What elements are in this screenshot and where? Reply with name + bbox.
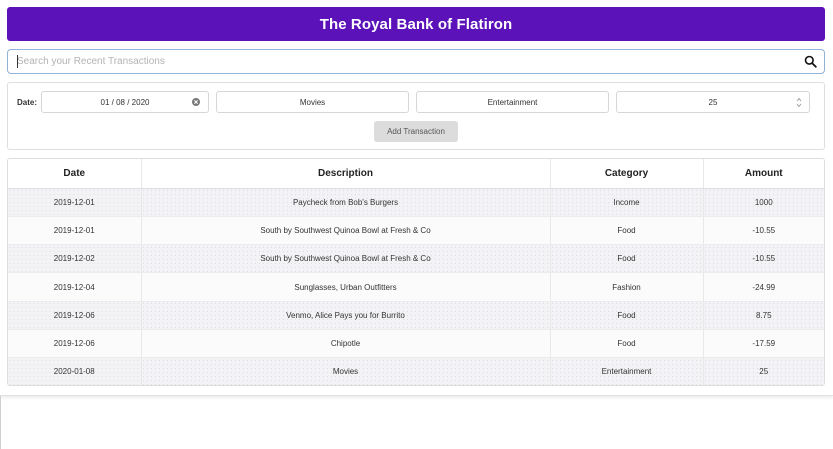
- add-transaction-form: Date: 01 / 08 / 2020 Movies Entertainmen…: [7, 82, 825, 150]
- date-value: 01 / 08 / 2020: [100, 97, 150, 107]
- description-field[interactable]: Movies: [216, 91, 409, 113]
- cell-date: 2019-12-01: [8, 216, 142, 246]
- cell-category: Fashion: [550, 272, 704, 302]
- cell-date: 2019-12-06: [8, 329, 142, 359]
- column-header-description[interactable]: Description: [141, 159, 551, 189]
- amount-field[interactable]: 25: [616, 91, 810, 113]
- cell-date: 2019-12-06: [8, 301, 142, 330]
- cell-description: Paycheck from Bob's Burgers: [141, 188, 551, 217]
- search-input[interactable]: [8, 50, 798, 73]
- search-icon[interactable]: [804, 55, 817, 68]
- app-page: The Royal Bank of Flatiron Date: 01 / 08…: [0, 0, 833, 449]
- table-row: 2020-01-08 Movies Entertainment 25: [8, 357, 824, 385]
- cell-category: Entertainment: [550, 357, 704, 385]
- cell-amount: -17.59: [703, 329, 824, 359]
- amount-value: 25: [708, 97, 718, 107]
- clear-icon[interactable]: [192, 98, 200, 106]
- cell-description: Sunglasses, Urban Outfitters: [141, 272, 551, 302]
- cell-description: South by Southwest Quinoa Bowl at Fresh …: [141, 244, 551, 274]
- category-field[interactable]: Entertainment: [416, 91, 609, 113]
- table-header-row: Date Description Category Amount: [8, 159, 824, 189]
- date-label: Date:: [17, 98, 38, 107]
- column-header-date[interactable]: Date: [8, 159, 142, 189]
- cell-date: 2019-12-01: [8, 188, 142, 217]
- search-bar: [7, 49, 825, 74]
- cell-amount: -10.55: [703, 244, 824, 274]
- spinner-icon[interactable]: [796, 97, 802, 108]
- cell-category: Food: [550, 329, 704, 359]
- frame-divider: [0, 396, 3, 449]
- table-row: 2019-12-06 Venmo, Alice Pays you for Bur…: [8, 301, 824, 330]
- category-value: Entertainment: [487, 97, 538, 107]
- column-header-category[interactable]: Category: [550, 159, 704, 189]
- table-row: 2019-12-02 South by Southwest Quinoa Bow…: [8, 244, 824, 274]
- cell-amount: -24.99: [703, 272, 824, 302]
- cell-description: Movies: [141, 357, 551, 385]
- cell-category: Food: [550, 244, 704, 274]
- transactions-table: Date Description Category Amount 2019-12…: [8, 159, 824, 385]
- page-title: The Royal Bank of Flatiron: [319, 15, 513, 33]
- table-row: 2019-12-01 Paycheck from Bob's Burgers I…: [8, 188, 824, 217]
- column-header-amount[interactable]: Amount: [703, 159, 824, 189]
- table-row: 2019-12-06 Chipotle Food -17.59: [8, 329, 824, 359]
- cell-amount: 25: [703, 357, 824, 385]
- cell-category: Income: [550, 188, 704, 217]
- cell-date: 2019-12-04: [8, 272, 142, 302]
- cell-category: Food: [550, 216, 704, 246]
- cell-description: Venmo, Alice Pays you for Burrito: [141, 301, 551, 330]
- date-field[interactable]: 01 / 08 / 2020: [41, 91, 209, 113]
- cell-date: 2019-12-02: [8, 244, 142, 274]
- cell-amount: -10.55: [703, 216, 824, 246]
- cell-category: Food: [550, 301, 704, 330]
- table-row: 2019-12-01 South by Southwest Quinoa Bow…: [8, 216, 824, 246]
- cell-date: 2020-01-08: [8, 357, 142, 385]
- description-value: Movies: [299, 97, 326, 107]
- cell-description: Chipotle: [141, 329, 551, 359]
- table-row: 2019-12-04 Sunglasses, Urban Outfitters …: [8, 272, 824, 302]
- add-transaction-button[interactable]: Add Transaction: [374, 121, 458, 142]
- cell-description: South by Southwest Quinoa Bowl at Fresh …: [141, 216, 551, 246]
- transactions-table-container: Date Description Category Amount 2019-12…: [7, 158, 825, 386]
- text-caret: [17, 55, 18, 68]
- cell-amount: 8.75: [703, 301, 824, 330]
- app-header: The Royal Bank of Flatiron: [7, 7, 825, 41]
- cell-amount: 1000: [703, 188, 824, 217]
